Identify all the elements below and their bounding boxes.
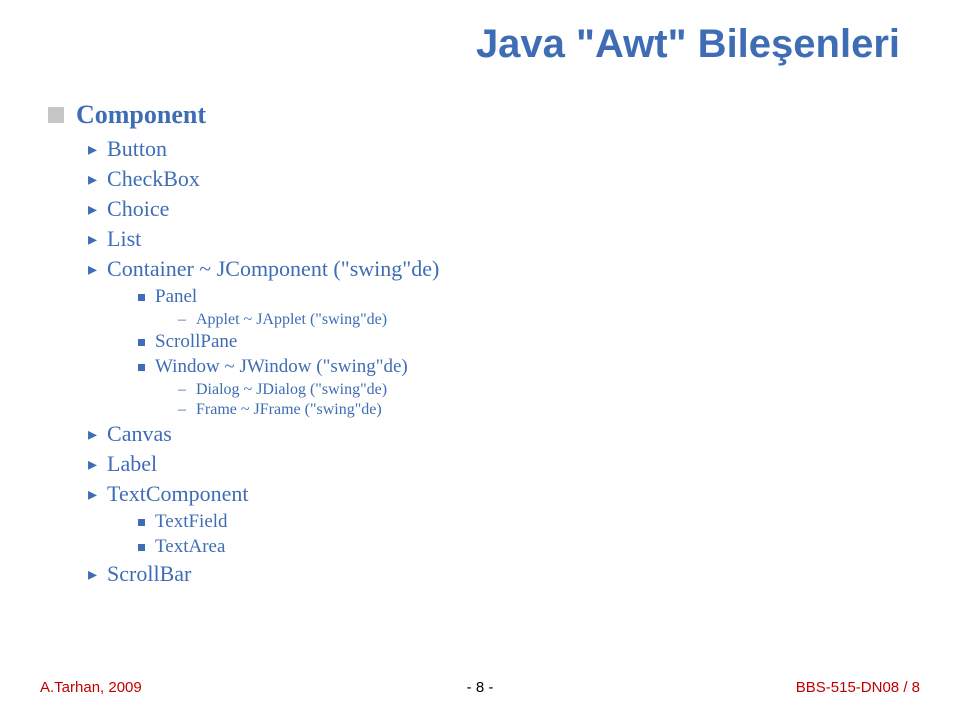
arrow-icon: ▸ <box>88 229 97 250</box>
dot-icon <box>138 339 145 346</box>
item-label: Frame ~ JFrame ("swing"de) <box>196 401 382 419</box>
arrow-icon: ▸ <box>88 259 97 280</box>
list-item: ▸ TextComponent <box>88 481 439 507</box>
dot-icon <box>138 364 145 371</box>
content-list: Component ▸ Button ▸ CheckBox ▸ Choice ▸… <box>48 100 439 591</box>
item-label: CheckBox <box>107 166 200 192</box>
dot-icon <box>138 294 145 301</box>
list-item: ▸ Label <box>88 451 439 477</box>
list-item: Window ~ JWindow ("swing"de) <box>138 356 439 378</box>
item-label: Window ~ JWindow ("swing"de) <box>155 356 408 378</box>
arrow-icon: ▸ <box>88 564 97 585</box>
item-label: ScrollPane <box>155 331 237 353</box>
footer-code: BBS-515-DN08 / 8 <box>796 679 920 696</box>
item-label: Choice <box>107 196 169 222</box>
list-item: ▸ CheckBox <box>88 166 439 192</box>
arrow-icon: ▸ <box>88 484 97 505</box>
square-bullet-icon <box>48 107 64 123</box>
item-label: Container ~ JComponent ("swing"de) <box>107 256 439 282</box>
list-item: Component <box>48 100 439 130</box>
item-label: Canvas <box>107 421 172 447</box>
dash-icon: – <box>178 381 186 399</box>
list-item: TextField <box>138 511 439 533</box>
dot-icon <box>138 519 145 526</box>
footer-page-number: - 8 - <box>467 679 494 696</box>
footer-author: A.Tarhan, 2009 <box>40 679 142 696</box>
list-item: – Frame ~ JFrame ("swing"de) <box>178 401 439 419</box>
slide: Java "Awt" Bileşenleri Component ▸ Butto… <box>0 0 960 716</box>
list-item: ▸ List <box>88 226 439 252</box>
list-item: ▸ Button <box>88 136 439 162</box>
list-item: Panel <box>138 286 439 308</box>
page-title: Java "Awt" Bileşenleri <box>476 22 900 67</box>
dot-icon <box>138 544 145 551</box>
item-label: List <box>107 226 141 252</box>
list-item: ▸ Container ~ JComponent ("swing"de) <box>88 256 439 282</box>
list-item: ScrollPane <box>138 331 439 353</box>
item-label: Label <box>107 451 157 477</box>
item-label: Dialog ~ JDialog ("swing"de) <box>196 381 387 399</box>
item-label: Panel <box>155 286 197 308</box>
item-label: TextField <box>155 511 228 533</box>
arrow-icon: ▸ <box>88 169 97 190</box>
list-item: ▸ Choice <box>88 196 439 222</box>
footer: A.Tarhan, 2009 - 8 - BBS-515-DN08 / 8 <box>0 679 960 696</box>
item-label: ScrollBar <box>107 561 191 587</box>
item-label: TextComponent <box>107 481 248 507</box>
arrow-icon: ▸ <box>88 139 97 160</box>
arrow-icon: ▸ <box>88 454 97 475</box>
dash-icon: – <box>178 401 186 419</box>
list-item: TextArea <box>138 536 439 558</box>
list-item: – Dialog ~ JDialog ("swing"de) <box>178 381 439 399</box>
list-item: ▸ Canvas <box>88 421 439 447</box>
dash-icon: – <box>178 311 186 329</box>
item-label: Applet ~ JApplet ("swing"de) <box>196 311 387 329</box>
item-label: Button <box>107 136 167 162</box>
arrow-icon: ▸ <box>88 424 97 445</box>
arrow-icon: ▸ <box>88 199 97 220</box>
item-label: Component <box>76 100 206 130</box>
item-label: TextArea <box>155 536 225 558</box>
list-item: ▸ ScrollBar <box>88 561 439 587</box>
list-item: – Applet ~ JApplet ("swing"de) <box>178 311 439 329</box>
